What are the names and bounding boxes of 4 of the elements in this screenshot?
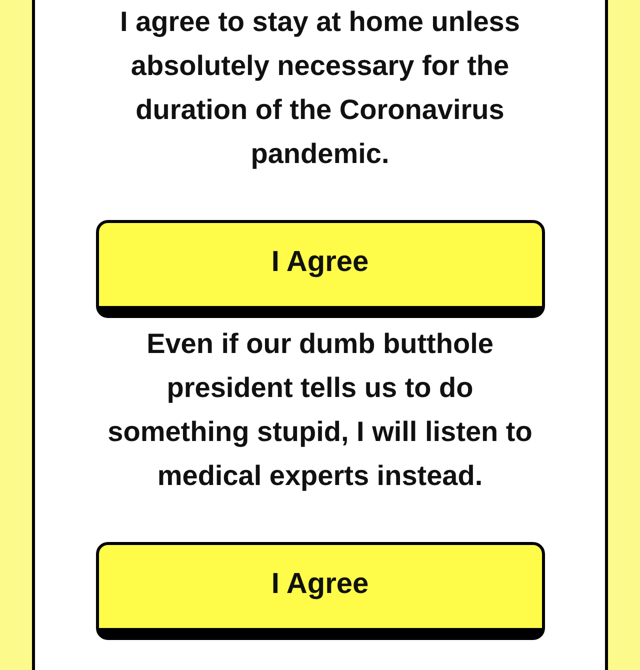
pledge-text: Even if our dumb butthole president tells us to do something stupid, I will listen to medical experts instead. bbox=[106, 327, 534, 493]
agree-button[interactable]: I Agree bbox=[96, 220, 544, 318]
agree-button[interactable]: I Agree bbox=[96, 542, 544, 640]
pledge-text: I agree to stay at home unless absolutely necessary for the duration of the Coronavirus pandemic. bbox=[119, 5, 521, 171]
